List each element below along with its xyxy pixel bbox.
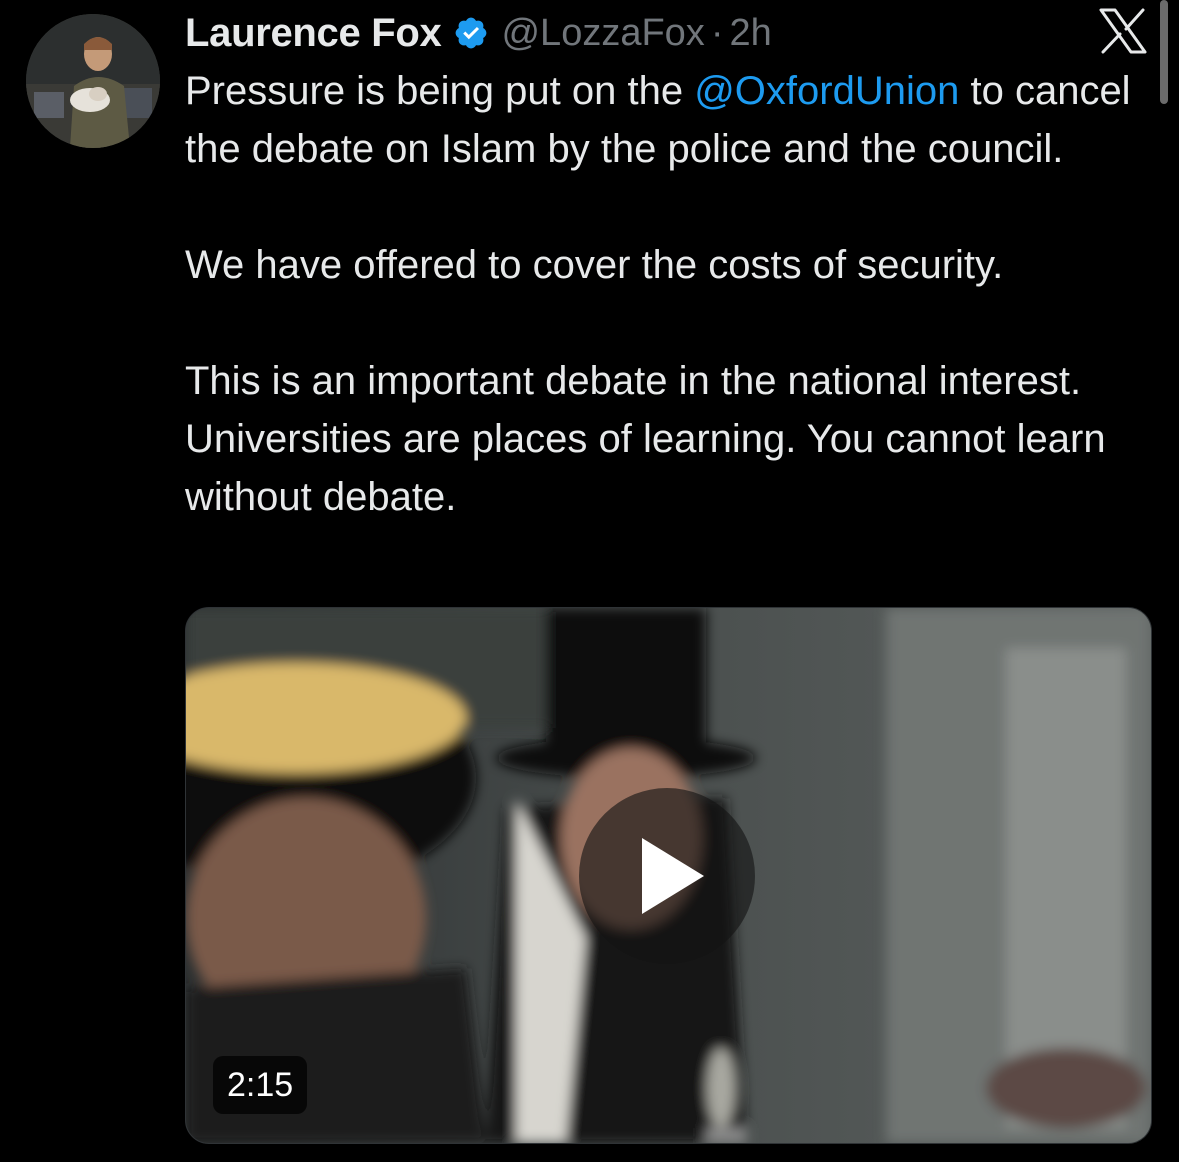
tweet-paragraph: This is an important debate in the natio… [185, 359, 1106, 519]
verified-badge-icon [456, 17, 487, 49]
author-handle[interactable]: @LozzaFox [501, 12, 704, 55]
tweet-paragraph: We have offered to cover the costs of se… [185, 243, 1004, 287]
video-player[interactable]: 2:15 [185, 607, 1152, 1144]
tweet-timestamp[interactable]: 2h [729, 12, 771, 55]
x-logo-icon [1099, 8, 1147, 54]
play-button[interactable] [579, 788, 755, 964]
avatar-photo [26, 14, 160, 148]
author-name[interactable]: Laurence Fox [185, 11, 442, 56]
mention-link[interactable]: @OxfordUnion [694, 69, 959, 113]
tweet-body: Pressure is being put on the @OxfordUnio… [185, 62, 1160, 526]
separator-dot: · [710, 11, 724, 54]
scrollbar[interactable] [1160, 0, 1168, 104]
tweet-header: Laurence Fox @LozzaFox · 2h [185, 6, 772, 60]
tweet-paragraph: Pressure is being put on the @OxfordUnio… [185, 62, 1160, 178]
tweet-text-part: Pressure is being put on the [185, 69, 695, 113]
avatar[interactable] [26, 14, 160, 148]
play-icon [642, 838, 704, 914]
video-duration: 2:15 [213, 1056, 308, 1114]
